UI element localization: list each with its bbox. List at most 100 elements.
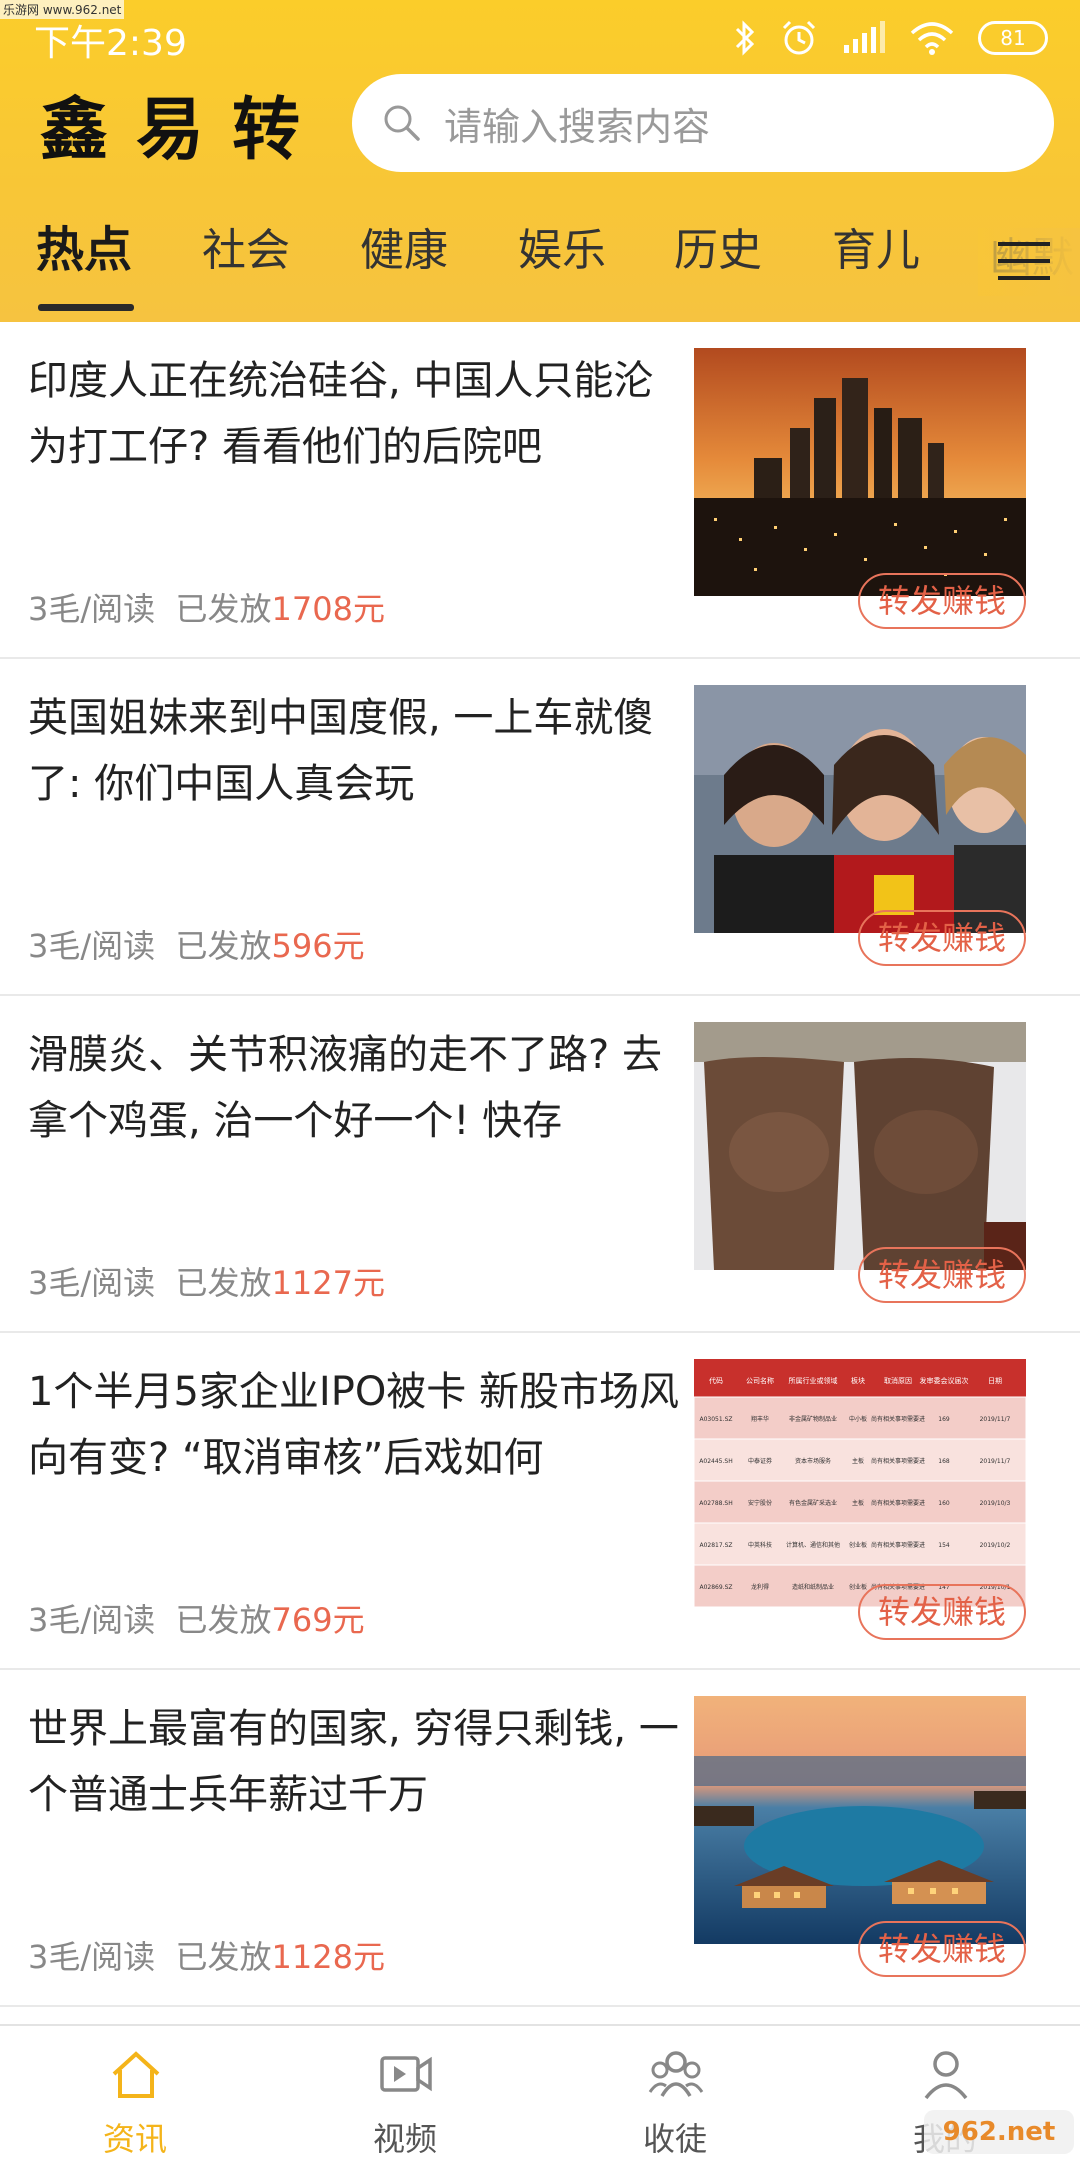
category-tabs: 热点 社会 健康 娱乐 历史 育儿 <box>0 196 1080 306</box>
ipo-table-cell: 主板 <box>852 1457 864 1465</box>
ipo-table-cell: 创业板 <box>849 1541 867 1549</box>
ipo-table-cell: 翔丰华 <box>751 1415 769 1423</box>
ipo-table-cell: A02445.SH <box>699 1458 732 1465</box>
ipo-table-cell: A03051.SZ <box>699 1416 732 1423</box>
paid-label: 已发放 <box>175 927 272 965</box>
logo-char-1: 鑫 <box>40 89 109 170</box>
ipo-table-cell: 中小板 <box>849 1415 867 1423</box>
site-watermark-badge: 962.net <box>924 2110 1074 2154</box>
share-earn-button[interactable]: 转发赚钱 <box>858 1921 1026 1977</box>
article-title[interactable]: 滑膜炎、关节积液痛的走不了路? 去拿个鸡蛋, 治一个好一个! 快存 <box>28 1022 688 1154</box>
nav-video-label: 视频 <box>372 2120 437 2158</box>
article-thumbnail-city-night[interactable] <box>694 348 1026 596</box>
paid-amount: 1127元 <box>271 1264 385 1302</box>
ipo-table-cell: 创业板 <box>849 1583 867 1591</box>
article-card[interactable]: 印度人正在统治硅谷, 中国人只能沦为打工仔? 看看他们的后院吧 3毛/阅读 已发… <box>0 322 1080 659</box>
search-input[interactable]: 请输入搜索内容 <box>352 74 1054 172</box>
ipo-table-cell: 尚有相关事项需要进 <box>871 1541 925 1549</box>
nav-news[interactable]: 资讯 <box>0 2026 270 2162</box>
ipo-table-cell: 造纸和纸制品业 <box>792 1583 834 1591</box>
user-icon <box>924 2051 968 2100</box>
article-meta: 3毛/阅读 已发放1708元 <box>28 584 385 630</box>
nav-disciple-label: 收徒 <box>642 2120 707 2158</box>
read-rate: 3毛/阅读 <box>28 590 156 628</box>
ipo-table-cell: 非金属矿物制品业 <box>789 1415 837 1423</box>
article-thumbnail-resort[interactable] <box>694 1696 1026 1944</box>
article-title[interactable]: 1个半月5家企业IPO被卡 新股市场风向有变? “取消审核”后戏如何 <box>28 1359 688 1491</box>
nav-disciple[interactable]: 收徒 <box>540 2026 810 2162</box>
tab-history[interactable]: 历史 <box>674 214 762 278</box>
ipo-table-cell: 2019/11/7 <box>980 1458 1011 1465</box>
status-bar: 下午2:39 81 <box>0 0 1080 76</box>
share-earn-button[interactable]: 转发赚钱 <box>858 910 1026 966</box>
bottom-navigation: 资讯 视频 收徒 我的 962.net <box>0 2024 1080 2160</box>
ipo-table-cell: 安宁股份 <box>748 1499 772 1507</box>
ipo-header-cell: 代码 <box>709 1376 723 1385</box>
ipo-header-cell: 取消原因 <box>884 1376 912 1385</box>
ipo-table-cell: 169 <box>938 1416 950 1423</box>
ipo-table-cell: 168 <box>938 1458 950 1465</box>
nav-video[interactable]: 视频 <box>270 2026 540 2162</box>
tab-health[interactable]: 健康 <box>360 214 448 278</box>
nav-news-label: 资讯 <box>102 2120 167 2158</box>
article-meta: 3毛/阅读 已发放769元 <box>28 1595 365 1641</box>
group-icon <box>648 2051 704 2097</box>
article-card[interactable]: 1个半月5家企业IPO被卡 新股市场风向有变? “取消审核”后戏如何 代码 公司名… <box>0 1333 1080 1670</box>
bluetooth-icon <box>735 20 755 56</box>
paid-amount: 769元 <box>271 1601 365 1639</box>
menu-icon[interactable] <box>994 236 1054 286</box>
search-placeholder: 请输入搜索内容 <box>444 104 711 149</box>
article-title[interactable]: 英国姐妹来到中国度假, 一上车就傻了: 你们中国人真会玩 <box>28 685 688 817</box>
tab-society[interactable]: 社会 <box>202 214 290 278</box>
battery-indicator: 81 <box>978 21 1048 55</box>
ipo-table-cell: A02869.SZ <box>699 1584 732 1591</box>
paid-label: 已发放 <box>175 1938 272 1976</box>
paid-label: 已发放 <box>175 590 272 628</box>
tab-entertainment[interactable]: 娱乐 <box>518 214 606 278</box>
search-icon <box>384 105 420 141</box>
wifi-icon <box>910 22 954 55</box>
home-icon <box>112 2051 160 2098</box>
article-meta: 3毛/阅读 已发放596元 <box>28 921 365 967</box>
ipo-table-cell: 2019/10/3 <box>980 1500 1011 1507</box>
article-card[interactable]: 滑膜炎、关节积液痛的走不了路? 去拿个鸡蛋, 治一个好一个! 快存 3毛/阅读 … <box>0 996 1080 1333</box>
article-thumbnail-people[interactable] <box>694 685 1026 933</box>
article-thumbnail-ipo-table[interactable]: 代码 公司名称 所属行业或领域 板块 取消原因 发审委会议届次 日期 A03051.SZ 翔丰华… <box>694 1359 1026 1607</box>
ipo-table-cell: 尚有相关事项需要进 <box>871 1499 925 1507</box>
tab-parenting[interactable]: 育儿 <box>832 214 920 278</box>
share-earn-button[interactable]: 转发赚钱 <box>858 1247 1026 1303</box>
ipo-table-cell: 资本市场服务 <box>795 1457 831 1465</box>
ipo-table-cell: 2019/10/2 <box>980 1542 1011 1549</box>
ipo-table-cell: 160 <box>938 1500 950 1507</box>
video-icon <box>380 2056 432 2092</box>
ipo-header-cell: 所属行业或领域 <box>789 1376 838 1385</box>
alarm-icon <box>782 20 816 55</box>
paid-amount: 1708元 <box>271 590 385 628</box>
ipo-table-cell: 中泰证券 <box>748 1457 772 1465</box>
share-earn-button[interactable]: 转发赚钱 <box>858 1584 1026 1640</box>
signal-icon <box>844 21 885 53</box>
ipo-table-cell: 龙利得 <box>751 1583 769 1591</box>
logo-char-3: 转 <box>232 89 301 170</box>
tab-hot[interactable]: 热点 <box>36 210 132 280</box>
read-rate: 3毛/阅读 <box>28 1938 156 1976</box>
logo-char-2: 易 <box>136 89 205 170</box>
ipo-header-cell: 发审委会议届次 <box>920 1376 969 1385</box>
ipo-header-cell: 板块 <box>851 1376 865 1385</box>
ipo-table-cell: 尚有相关事项需要进 <box>871 1415 925 1423</box>
article-meta: 3毛/阅读 已发放1127元 <box>28 1258 385 1304</box>
paid-label: 已发放 <box>175 1264 272 1302</box>
share-earn-button[interactable]: 转发赚钱 <box>858 573 1026 629</box>
app-logo: 鑫 易 转 <box>40 82 300 170</box>
article-title[interactable]: 世界上最富有的国家, 穷得只剩钱, 一个普通士兵年薪过千万 <box>28 1696 688 1828</box>
article-card[interactable]: 英国姐妹来到中国度假, 一上车就傻了: 你们中国人真会玩 3毛/阅读 已发放59… <box>0 659 1080 996</box>
ipo-table-cell: 计算机、通信和其他 <box>786 1541 840 1549</box>
article-meta: 3毛/阅读 已发放1128元 <box>28 1932 385 1978</box>
battery-level: 81 <box>1000 26 1026 50</box>
active-tab-indicator <box>38 304 134 311</box>
paid-amount: 1128元 <box>271 1938 385 1976</box>
article-thumbnail-knees[interactable] <box>694 1022 1026 1270</box>
article-title[interactable]: 印度人正在统治硅谷, 中国人只能沦为打工仔? 看看他们的后院吧 <box>28 348 688 480</box>
article-card[interactable]: 世界上最富有的国家, 穷得只剩钱, 一个普通士兵年薪过千万 3毛/阅读 已发放1… <box>0 1670 1080 2007</box>
paid-label: 已发放 <box>175 1601 272 1639</box>
